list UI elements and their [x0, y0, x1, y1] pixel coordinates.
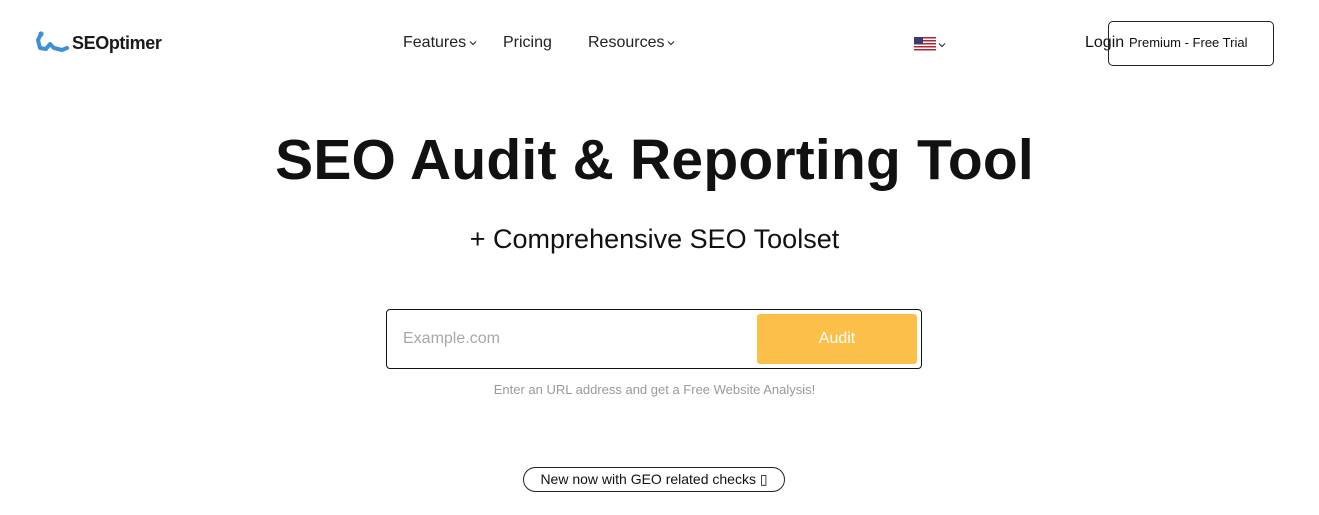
nav-pricing-label: Pricing — [503, 34, 552, 51]
hero-subtitle: + Comprehensive SEO Toolset — [469, 224, 840, 254]
audit-form: Audit — [386, 309, 922, 369]
chevron-down-icon — [668, 41, 675, 46]
helper-text: Enter an URL address and get a Free Webs… — [493, 382, 816, 397]
nav-features[interactable]: Features — [403, 34, 478, 52]
url-input[interactable] — [403, 324, 733, 354]
seoptimer-logo-icon — [33, 28, 69, 59]
audit-button[interactable]: Audit — [757, 314, 917, 364]
geo-checks-badge[interactable]: New now with GEO related checks ▯ — [523, 467, 785, 492]
nav-resources-label: Resources — [588, 34, 665, 51]
chevron-down-icon — [938, 42, 946, 47]
nav-resources[interactable]: Resources — [588, 34, 676, 52]
us-flag-icon — [914, 37, 936, 52]
nav-features-label: Features — [403, 34, 467, 51]
language-selector[interactable] — [914, 37, 947, 52]
logo-text: SEOptimer — [72, 33, 162, 53]
chevron-down-icon — [469, 41, 477, 46]
badge-label: New now with GEO related checks ▯ — [540, 471, 768, 487]
premium-button-label: Premium - Free Trial — [1129, 35, 1248, 50]
brand-logo[interactable]: SEOptimer — [33, 28, 162, 59]
nav-pricing[interactable]: Pricing — [503, 34, 552, 52]
hero-title: SEO Audit & Reporting Tool — [275, 128, 1034, 192]
premium-free-trial-button[interactable]: Premium - Free Trial — [1108, 21, 1274, 66]
